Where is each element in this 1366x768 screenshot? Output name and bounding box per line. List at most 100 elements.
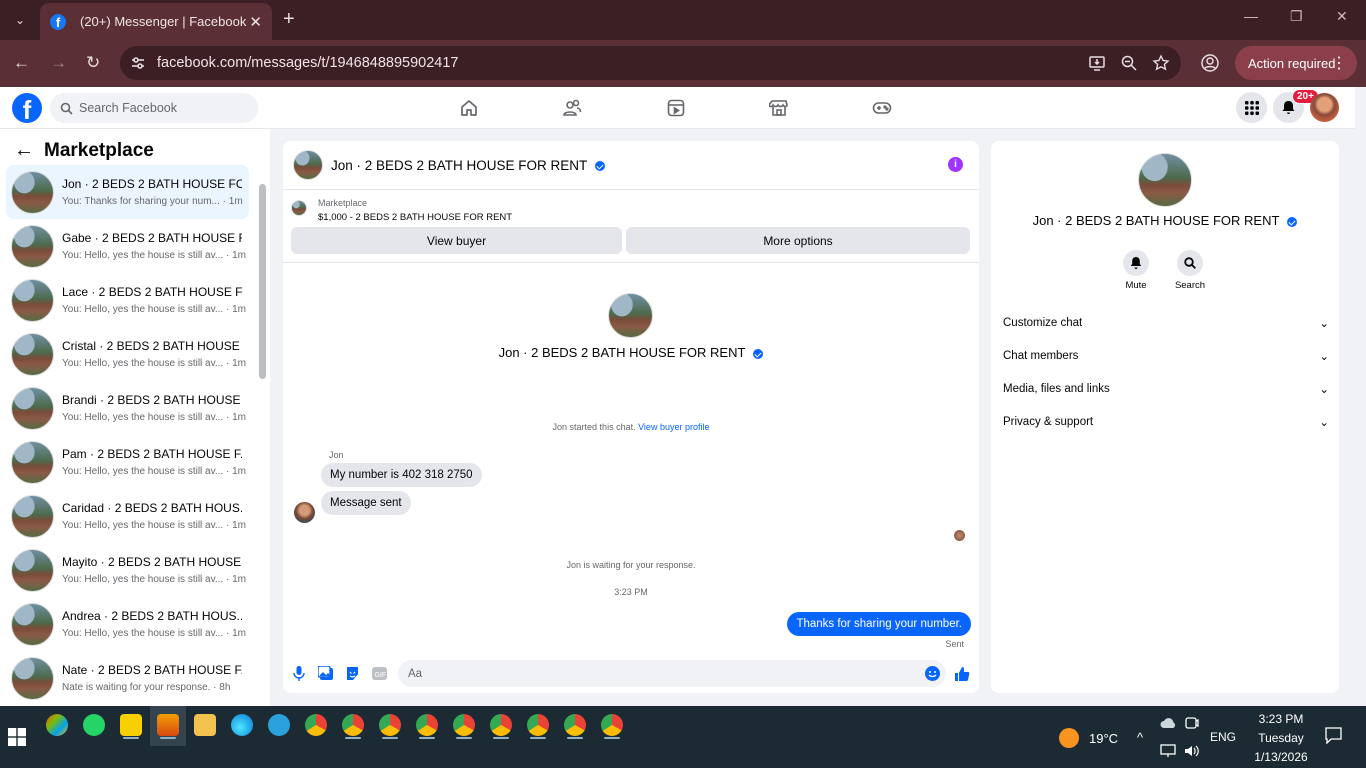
message-input[interactable]: Aa bbox=[398, 660, 946, 687]
network-icon[interactable] bbox=[1160, 744, 1176, 758]
telegram-icon[interactable] bbox=[268, 714, 290, 736]
profile-icon[interactable] bbox=[1200, 53, 1220, 73]
browser-tab[interactable]: f (20+) Messenger | Facebook ✕ bbox=[40, 3, 272, 40]
conversation-item[interactable]: Lace · 2 BEDS 2 BATH HOUSE F... You: Hell… bbox=[6, 273, 249, 327]
view-buyer-profile-link[interactable]: View buyer profile bbox=[638, 422, 709, 432]
browser-toolbar: ← → ↻ facebook.com/messages/t/1946848895… bbox=[0, 40, 1366, 87]
menu-dots-icon[interactable]: ⋮ bbox=[1331, 53, 1347, 73]
home-icon[interactable] bbox=[459, 98, 479, 118]
chat-title[interactable]: Jon · 2 BEDS 2 BATH HOUSE FOR RENT bbox=[331, 158, 606, 173]
video-icon[interactable] bbox=[666, 98, 686, 118]
forward-icon[interactable]: → bbox=[50, 53, 67, 73]
site-settings-icon[interactable] bbox=[130, 55, 146, 71]
list-scrollbar[interactable] bbox=[258, 169, 267, 699]
facebook-logo-icon[interactable]: f bbox=[12, 93, 42, 123]
listing-title[interactable]: $1,000 - 2 BEDS 2 BATH HOUSE FOR RENT bbox=[318, 212, 512, 223]
chrome-icon[interactable] bbox=[416, 714, 438, 736]
show-hidden-icons-icon[interactable]: ^ bbox=[1137, 730, 1143, 745]
sticker-icon[interactable] bbox=[345, 666, 360, 681]
microphone-icon[interactable] bbox=[293, 666, 305, 681]
edge-icon[interactable] bbox=[231, 714, 253, 736]
chrome-icon[interactable] bbox=[601, 714, 623, 736]
privacy-support-row[interactable]: Privacy & support ⌄ bbox=[1003, 412, 1329, 432]
photo-icon[interactable] bbox=[318, 666, 333, 681]
clock[interactable]: 3:23 PM Tuesday 1/13/2026 bbox=[1245, 710, 1317, 767]
chrome-icon[interactable] bbox=[305, 714, 327, 736]
file-explorer-icon[interactable] bbox=[194, 714, 216, 736]
house-avatar bbox=[11, 224, 54, 268]
action-required-button[interactable]: Action required ⋮ bbox=[1235, 46, 1357, 80]
sender-avatar[interactable] bbox=[294, 502, 315, 523]
restore-icon[interactable]: ❐ bbox=[1290, 8, 1303, 25]
info-avatar[interactable] bbox=[1138, 153, 1192, 207]
menu-grid-button[interactable] bbox=[1236, 92, 1267, 123]
media-files-links-row[interactable]: Media, files and links ⌄ bbox=[1003, 379, 1329, 399]
install-app-icon[interactable] bbox=[1088, 54, 1106, 72]
close-tab-icon[interactable]: ✕ bbox=[249, 13, 262, 31]
chrome-icon[interactable] bbox=[379, 714, 401, 736]
conversation-item[interactable]: Brandi · 2 BEDS 2 BATH HOUSE ... You: Hel… bbox=[6, 381, 249, 435]
profile-avatar[interactable] bbox=[608, 293, 653, 338]
marketplace-icon[interactable] bbox=[769, 98, 789, 118]
mute-button[interactable]: Mute bbox=[1116, 250, 1156, 291]
section-label: Privacy & support bbox=[1003, 416, 1094, 428]
close-window-icon[interactable]: ✕ bbox=[1336, 8, 1348, 25]
app-icon[interactable] bbox=[157, 714, 179, 736]
house-avatar bbox=[11, 332, 54, 376]
volume-icon[interactable] bbox=[1184, 744, 1200, 758]
bookmark-star-icon[interactable] bbox=[1152, 54, 1170, 72]
meet-icon[interactable] bbox=[1185, 716, 1199, 730]
notification-center-icon[interactable] bbox=[1325, 727, 1342, 744]
message-status: Sent bbox=[945, 639, 964, 649]
back-arrow-icon[interactable]: ← bbox=[14, 139, 34, 162]
page-scrollbar[interactable] bbox=[1355, 87, 1366, 706]
onedrive-icon[interactable] bbox=[1160, 716, 1176, 730]
address-bar[interactable]: facebook.com/messages/t/1946848895902417 bbox=[120, 46, 1181, 80]
conversation-item[interactable]: Jon · 2 BEDS 2 BATH HOUSE FO... You: Than… bbox=[6, 165, 249, 219]
sticky-notes-icon[interactable] bbox=[120, 714, 142, 736]
scrollbar-thumb[interactable] bbox=[259, 184, 266, 379]
conversation-item[interactable]: Pam · 2 BEDS 2 BATH HOUSE F... You: Hello… bbox=[6, 435, 249, 489]
whatsapp-icon[interactable] bbox=[83, 714, 105, 736]
thumbs-up-icon[interactable] bbox=[954, 666, 970, 682]
search-in-chat-button[interactable]: Search bbox=[1170, 250, 1210, 291]
info-icon[interactable]: i bbox=[948, 157, 963, 172]
conversation-item[interactable]: Gabe · 2 BEDS 2 BATH HOUSE F... You: Hell… bbox=[6, 219, 249, 273]
gif-icon[interactable]: GIF bbox=[372, 666, 387, 681]
chrome-icon[interactable] bbox=[490, 714, 512, 736]
more-options-button[interactable]: More options bbox=[626, 227, 970, 254]
zoom-icon[interactable] bbox=[1120, 54, 1138, 72]
listing-thumbnail[interactable] bbox=[291, 200, 307, 216]
conversation-item[interactable]: Cristal · 2 BEDS 2 BATH HOUSE ... You: He… bbox=[6, 327, 249, 381]
chrome-icon[interactable] bbox=[564, 714, 586, 736]
incoming-message[interactable]: Message sent bbox=[321, 491, 411, 515]
language-indicator[interactable]: ENG bbox=[1210, 730, 1236, 744]
search-input[interactable]: Search Facebook bbox=[50, 93, 258, 123]
conversation-item[interactable]: Caridad · 2 BEDS 2 BATH HOUS... You: Hell… bbox=[6, 489, 249, 543]
minimize-icon[interactable]: — bbox=[1244, 8, 1258, 24]
chrome-icon[interactable] bbox=[342, 714, 364, 736]
emoji-icon[interactable] bbox=[925, 666, 940, 681]
windows-start-icon[interactable] bbox=[8, 728, 26, 746]
gaming-icon[interactable] bbox=[872, 98, 892, 118]
new-tab-icon[interactable]: + bbox=[283, 9, 295, 29]
customize-chat-row[interactable]: Customize chat ⌄ bbox=[1003, 313, 1329, 333]
chrome-icon[interactable] bbox=[527, 714, 549, 736]
chrome-icon[interactable] bbox=[453, 714, 475, 736]
outgoing-message[interactable]: Thanks for sharing your number. bbox=[787, 612, 971, 636]
conversation-item[interactable]: Nate · 2 BEDS 2 BATH HOUSE F... Nate is w… bbox=[6, 651, 249, 705]
back-icon[interactable]: ← bbox=[13, 53, 30, 73]
chat-members-row[interactable]: Chat members ⌄ bbox=[1003, 346, 1329, 366]
copilot-icon[interactable] bbox=[46, 714, 68, 736]
account-avatar[interactable] bbox=[1310, 93, 1339, 122]
friends-icon[interactable] bbox=[562, 98, 582, 118]
weather-widget[interactable]: 19°C bbox=[1059, 728, 1118, 748]
tab-search-chevron-icon[interactable]: ⌄ bbox=[8, 8, 32, 32]
incoming-message[interactable]: My number is 402 318 2750 bbox=[321, 463, 482, 487]
chat-avatar[interactable] bbox=[293, 150, 323, 180]
chat-started-notice: Jon started this chat. View buyer profil… bbox=[283, 422, 979, 432]
reload-icon[interactable]: ↻ bbox=[86, 53, 100, 73]
conversation-item[interactable]: Mayito · 2 BEDS 2 BATH HOUSE... You: Hell… bbox=[6, 543, 249, 597]
view-buyer-button[interactable]: View buyer bbox=[291, 227, 622, 254]
conversation-item[interactable]: Andrea · 2 BEDS 2 BATH HOUS... You: Hello… bbox=[6, 597, 249, 651]
